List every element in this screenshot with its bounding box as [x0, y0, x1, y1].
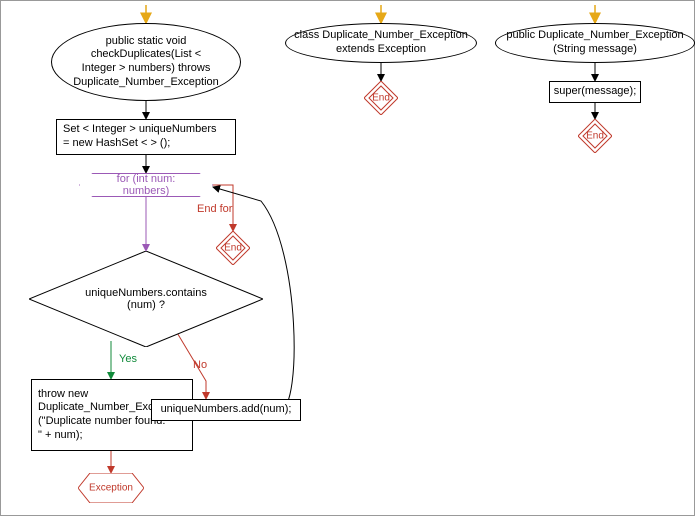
exception-text: Exception	[89, 483, 133, 494]
no-label: No	[193, 359, 207, 371]
exception-shape: Exception	[78, 473, 144, 503]
method-header-text: public static void checkDuplicates(List …	[73, 35, 219, 90]
end-for-label: End for	[197, 203, 232, 215]
class-header-text: class Duplicate_Number_Exception extends…	[294, 29, 468, 57]
yes-label: Yes	[119, 353, 137, 365]
ctor-header-ellipse: public Duplicate_Number_Exception (Strin…	[495, 23, 695, 63]
class-end-shape: End	[364, 81, 398, 115]
class-header-ellipse: class Duplicate_Number_Exception extends…	[285, 23, 477, 63]
loop-end-text: End	[224, 243, 242, 254]
ctor-end-text: End	[586, 131, 604, 142]
init-set-text: Set < Integer > uniqueNumbers = new Hash…	[63, 123, 216, 151]
add-text: uniqueNumbers.add(num);	[161, 403, 292, 417]
ctor-end-shape: End	[578, 119, 612, 153]
decision-diamond	[29, 251, 263, 347]
super-text: super(message);	[554, 85, 637, 99]
class-end-text: End	[372, 93, 390, 104]
method-header-ellipse: public static void checkDuplicates(List …	[51, 23, 241, 101]
loop-end-shape: End	[216, 231, 250, 265]
add-rect: uniqueNumbers.add(num);	[151, 399, 301, 421]
ctor-header-text: public Duplicate_Number_Exception (Strin…	[506, 29, 683, 57]
for-loop-hexagon: for (int num: numbers)	[79, 173, 213, 197]
init-set-rect: Set < Integer > uniqueNumbers = new Hash…	[56, 119, 236, 155]
for-loop-text: for (int num: numbers)	[94, 173, 198, 197]
flowchart-canvas: public static void checkDuplicates(List …	[0, 0, 695, 516]
super-rect: super(message);	[549, 81, 641, 103]
